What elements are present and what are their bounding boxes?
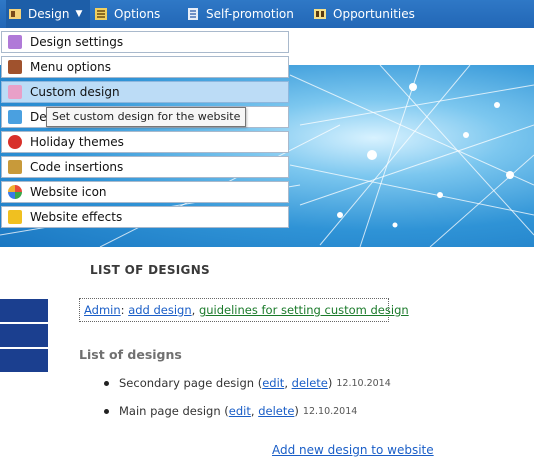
close-paren: ) <box>294 404 299 418</box>
design-date: 12.10.2014 <box>336 377 391 389</box>
design-icon <box>8 110 22 124</box>
website-effects-icon <box>8 210 22 224</box>
left-nav-bar-2[interactable] <box>0 324 48 347</box>
add-design-link[interactable]: add design <box>128 303 191 317</box>
menu-options-icon <box>8 60 22 74</box>
dropdown-item-label: De <box>30 110 47 124</box>
bullet-icon <box>104 408 109 414</box>
comma-separator: , <box>191 303 196 317</box>
menu-design[interactable]: Design ▼ <box>6 0 91 28</box>
dropdown-item-label: Design settings <box>30 35 124 49</box>
dropdown-item-custom-design[interactable]: Custom design <box>1 81 289 103</box>
design-settings-icon <box>8 35 22 49</box>
delete-link[interactable]: delete <box>292 376 328 390</box>
menu-opportunities-label: Opportunities <box>333 7 415 21</box>
menu-options-label: Options <box>114 7 161 21</box>
edit-link[interactable]: edit <box>229 404 251 418</box>
custom-design-tooltip: Set custom design for the website <box>46 107 247 127</box>
page-title: LIST OF DESIGNS <box>90 263 210 277</box>
dropdown-item-menu-options[interactable]: Menu options <box>1 56 289 78</box>
left-nav-bar-1[interactable] <box>0 299 48 322</box>
dropdown-item-website-effects[interactable]: Website effects <box>1 206 289 228</box>
design-icon <box>8 7 22 21</box>
separator: , <box>284 376 292 390</box>
menu-design-label: Design <box>28 7 70 21</box>
dropdown-item-label: Code insertions <box>30 160 124 174</box>
dropdown-item-design-settings[interactable]: Design settings <box>1 31 289 53</box>
website-icon-icon <box>8 185 22 199</box>
dropdown-item-code-insertions[interactable]: Code insertions <box>1 156 289 178</box>
admin-actions-box: Admin : add design , guidelines for sett… <box>79 298 409 322</box>
menu-opportunities[interactable]: Opportunities <box>313 0 415 28</box>
admin-separator: : <box>120 303 125 317</box>
separator: , <box>250 404 259 418</box>
list-title: List of designs <box>79 347 182 362</box>
edit-link[interactable]: edit <box>262 376 284 390</box>
code-insertions-icon <box>8 160 22 174</box>
design-name: Main page design ( <box>119 404 229 418</box>
self-promotion-icon <box>186 7 200 21</box>
list-item: Secondary page design ( edit , delete ) … <box>104 376 391 390</box>
admin-link[interactable]: Admin <box>84 303 121 317</box>
top-menu-bar: Design ▼ Options Self-promotion Opportun… <box>0 0 534 28</box>
dropdown-item-website-icon[interactable]: Website icon <box>1 181 289 203</box>
design-date: 12.10.2014 <box>302 405 358 417</box>
dropdown-item-label: Holiday themes <box>30 135 124 149</box>
options-icon <box>94 7 108 21</box>
menu-self-promotion-label: Self-promotion <box>206 7 294 21</box>
menu-self-promotion[interactable]: Self-promotion <box>186 0 294 28</box>
dropdown-item-holiday-themes[interactable]: Holiday themes <box>1 131 289 153</box>
delete-link[interactable]: delete <box>258 404 294 418</box>
opportunities-icon <box>313 7 327 21</box>
dropdown-item-label: Menu options <box>30 60 111 74</box>
dropdown-item-label: Website icon <box>30 185 107 199</box>
custom-design-icon <box>8 85 22 99</box>
dropdown-item-label: Website effects <box>30 210 123 224</box>
close-paren: ) <box>327 376 333 390</box>
left-nav-bar-3[interactable] <box>0 349 48 372</box>
guidelines-link[interactable]: guidelines for setting custom design <box>199 303 409 317</box>
bullet-icon <box>104 380 109 386</box>
chevron-down-icon: ▼ <box>75 9 83 19</box>
dropdown-item-label: Custom design <box>30 85 120 99</box>
list-item: Main page design ( edit , delete ) 12.10… <box>104 404 357 418</box>
menu-options[interactable]: Options <box>94 0 160 28</box>
add-new-design-link[interactable]: Add new design to website <box>272 443 434 457</box>
design-name: Secondary page design ( <box>119 376 263 390</box>
holiday-themes-icon <box>8 135 22 149</box>
